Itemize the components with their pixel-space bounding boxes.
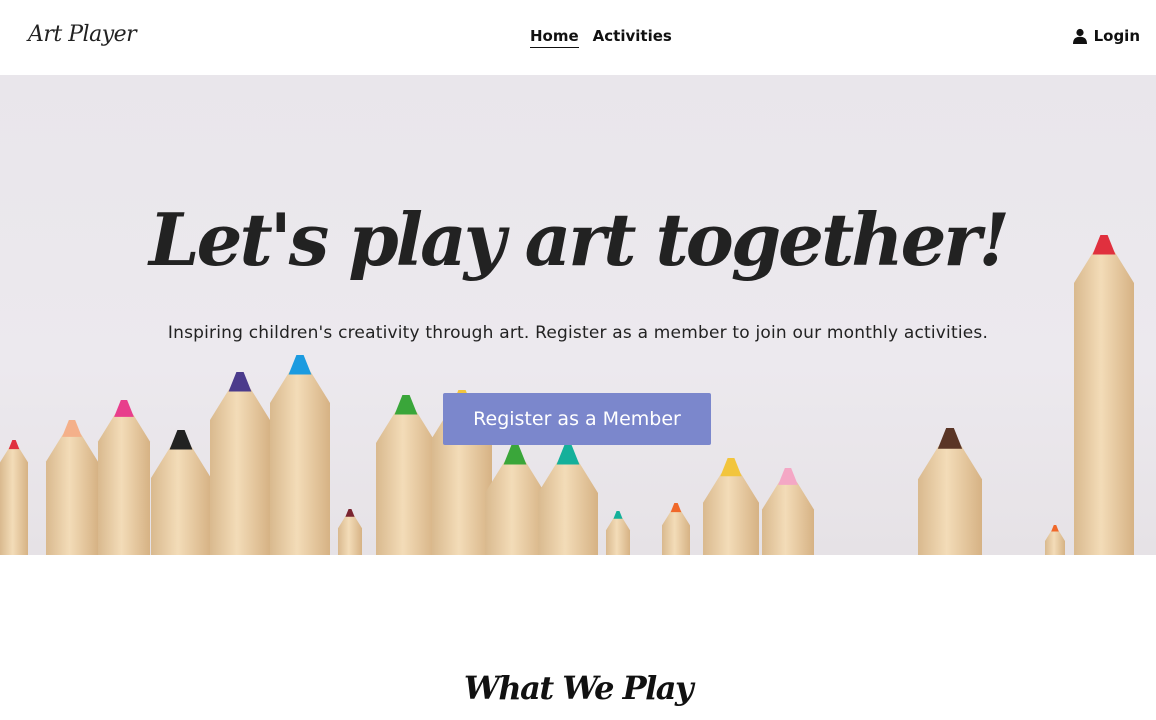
hero-subtitle: Inspiring children's creativity through … — [167, 323, 989, 343]
site-header: Art Player Home Activities Login — [0, 0, 1156, 75]
hero-title: Let's play art together! — [149, 197, 1010, 282]
nav-link-home[interactable]: Home — [530, 27, 579, 48]
login-label: Login — [1093, 27, 1140, 45]
main-nav: Home Activities — [530, 27, 672, 48]
section-title: What We Play — [463, 669, 694, 707]
login-link[interactable]: Login — [1072, 27, 1140, 45]
register-member-button[interactable]: Register as a Member — [443, 393, 711, 445]
user-icon — [1072, 28, 1088, 44]
site-logo[interactable]: Art Player — [28, 22, 137, 47]
hero-banner: Let's play art together! Inspiring child… — [0, 75, 1156, 555]
nav-link-activities[interactable]: Activities — [593, 27, 672, 48]
pencils-background-image — [0, 235, 1134, 555]
